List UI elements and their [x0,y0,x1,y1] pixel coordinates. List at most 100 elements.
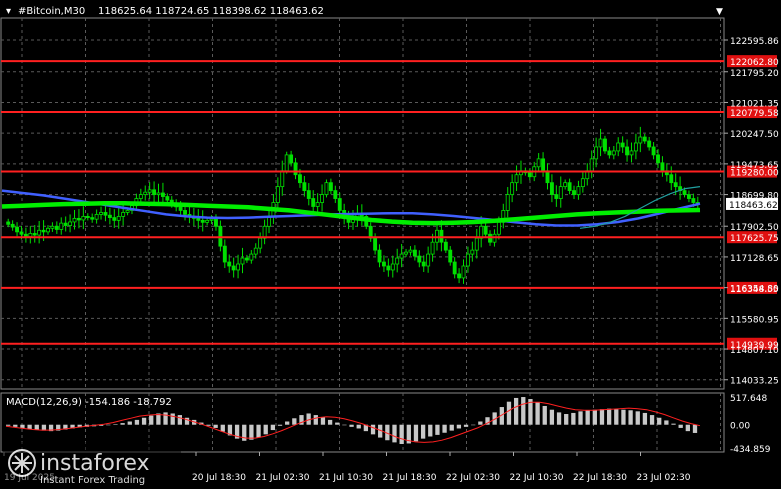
macd-histogram-bar [285,421,290,425]
candle-body [496,221,501,235]
candle-body [196,217,201,221]
watermark-logo: instaforex Instant Forex Trading [3,442,181,487]
candle-body [660,162,665,172]
candle-body [589,158,594,172]
candle-body [253,247,258,255]
macd-histogram-bar [692,424,698,433]
macd-histogram-bar [478,421,483,425]
x-tick-label: 21 Jul 10:30 [319,473,373,483]
y-tick-label: 115580.95 [730,315,779,325]
candle-body [448,249,453,263]
candle-body [284,154,289,172]
candle-body [298,174,302,184]
macd-histogram-bar [664,420,669,425]
macd-histogram-bar [521,397,526,425]
candle-body [6,221,11,225]
symbol-label: #Bitcoin,M30 [18,6,85,17]
candle-body [554,194,559,199]
macd-histogram-bar [20,424,25,428]
macd-histogram-bar [213,424,218,428]
candle-body [563,182,568,188]
candle-body [492,233,497,243]
macd-histogram-bar [564,414,569,425]
macd-histogram-bar [435,424,440,435]
macd-histogram-bar [578,411,583,425]
candle-body [580,178,585,188]
candle-body [54,225,59,230]
y-tick-label: 121021.35 [730,99,779,109]
candle-body [669,174,674,184]
macd-histogram-bar [392,424,397,443]
candle-body [647,140,652,148]
candle-body [28,233,33,238]
candle-body [103,212,108,216]
macd-histogram-bar [635,411,640,425]
scroll-down-icon[interactable]: ▼ [716,7,723,17]
macd-histogram-bar [614,409,619,425]
candle-body [381,261,386,267]
x-tick-label: 23 Jul 02:30 [637,473,691,483]
macd-histogram-bar [220,424,225,432]
current-price-label: 118463.62 [729,201,778,211]
candle-body [607,150,612,156]
candle-body [611,150,616,156]
x-tick-label: 21 Jul 18:30 [383,473,437,483]
y-tick-label: 116354.80 [730,285,779,295]
candle-body [412,249,417,257]
macd-histogram-bar [471,424,476,426]
candle-body [638,136,643,144]
candle-body [633,142,638,152]
candle-body [143,191,148,195]
macd-histogram-bar [549,409,555,425]
chart-window: 122062.80120779.58119280.00117625.751163… [0,0,781,489]
macd-histogram-bar [149,415,154,425]
macd-tick-label: 0.00 [730,422,750,432]
x-tick-label: 20 Jul 18:30 [192,473,246,483]
candle-body [558,186,563,199]
candle-body [642,136,647,142]
candle-body [377,249,382,263]
candle-body [37,229,42,236]
candle-body [651,146,656,156]
candle-body [682,190,687,195]
macd-histogram-bar [428,424,433,437]
candle-body [430,241,435,255]
candle-body [426,253,431,267]
candle-body [625,146,630,156]
macd-histogram-bar [292,418,297,425]
macd-histogram-bar [141,417,147,425]
candle-body [461,265,466,279]
candle-body [399,253,404,259]
candle-body [629,150,634,156]
candle-body [306,190,311,199]
macd-histogram-bar [327,419,333,425]
chart-background [0,0,781,489]
macd-histogram-bar [106,424,111,426]
candle-body [527,172,532,178]
candle-body [337,198,342,211]
macd-histogram-bar [356,424,361,429]
candle-body [107,214,112,218]
macd-histogram-bar [621,409,626,425]
y-tick-label: 122595.86 [730,37,779,47]
x-tick-label: 21 Jul 02:30 [256,473,310,483]
macd-histogram-bar [585,410,590,425]
candle-body [214,218,218,227]
macd-histogram-bar [27,424,32,429]
candle-body [656,154,660,164]
x-tick-label: 22 Jul 10:30 [510,473,564,483]
candle-body [205,219,210,223]
candle-body [63,222,68,226]
candle-body [72,217,77,223]
candle-body [505,194,510,211]
chart-menu-icon[interactable]: ▾ [6,6,11,17]
macd-histogram-bar [535,402,540,425]
macd-histogram-bar [127,421,132,425]
candle-body [19,231,24,235]
macd-histogram-bar [642,412,648,425]
macd-histogram-bar [34,424,39,430]
macd-histogram-bar [456,424,462,429]
candle-body [116,215,121,221]
macd-histogram-bar [313,415,318,425]
candle-body [465,253,470,267]
